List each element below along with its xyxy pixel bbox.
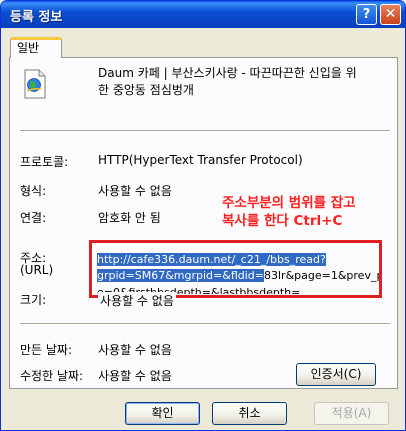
modified-value: 사용할 수 없음 — [98, 369, 172, 383]
certificate-button[interactable]: 인증서(C) — [296, 363, 376, 386]
help-button[interactable]: ? — [356, 4, 377, 25]
size-label: 크기: — [20, 293, 47, 307]
type-label: 형식: — [20, 184, 47, 198]
protocol-label: 프로토콜: — [20, 155, 69, 169]
annotation-line2: 복사를 한다 Ctrl+C — [222, 213, 343, 229]
modified-label: 수정한 날짜: — [20, 369, 84, 383]
size-value: 사용할 수 없음 — [98, 292, 176, 309]
divider — [20, 323, 390, 325]
properties-dialog: 등록 정보 ? ✕ 일반 Daum 카페 | 부산스키사랑 - 따끈따끈한 신입… — [0, 0, 406, 431]
page-title-line2: 한 중앙동 점심벙개 — [98, 83, 194, 97]
close-button[interactable]: ✕ — [380, 4, 401, 25]
connection-value: 암호화 안 됨 — [98, 211, 161, 225]
page-title-text: Daum 카페 | 부산스키사랑 - 따끈따끈한 신입을 위 한 중앙동 점심벙… — [98, 65, 388, 99]
protocol-value: HTTP(HyperText Transfer Protocol) — [98, 153, 303, 167]
title-bar[interactable]: 등록 정보 ? ✕ — [1, 1, 405, 28]
window-title: 등록 정보 — [10, 10, 63, 25]
ok-button[interactable]: 확인 — [125, 402, 200, 425]
close-icon: ✕ — [384, 6, 397, 22]
connection-label: 연결: — [20, 211, 47, 225]
divider — [20, 130, 390, 132]
tab-general[interactable]: 일반 — [10, 37, 62, 58]
cancel-button[interactable]: 취소 — [212, 402, 287, 425]
apply-button[interactable]: 적용(A) — [314, 402, 389, 425]
address-label-url: (URL) — [20, 263, 54, 277]
created-value: 사용할 수 없음 — [98, 343, 172, 357]
highlight-box — [89, 240, 382, 298]
type-value: 사용할 수 없음 — [98, 184, 172, 198]
help-icon: ? — [362, 7, 371, 22]
internet-shortcut-icon — [24, 69, 46, 99]
annotation-line1: 주소부분의 범위를 잡고 — [222, 195, 356, 211]
page-title-line1: Daum 카페 | 부산스키사랑 - 따끈따끈한 신입을 위 — [98, 66, 357, 80]
created-label: 만든 날짜: — [20, 343, 73, 357]
annotation-text: 주소부분의 범위를 잡고 복사를 한다 Ctrl+C — [222, 194, 356, 230]
